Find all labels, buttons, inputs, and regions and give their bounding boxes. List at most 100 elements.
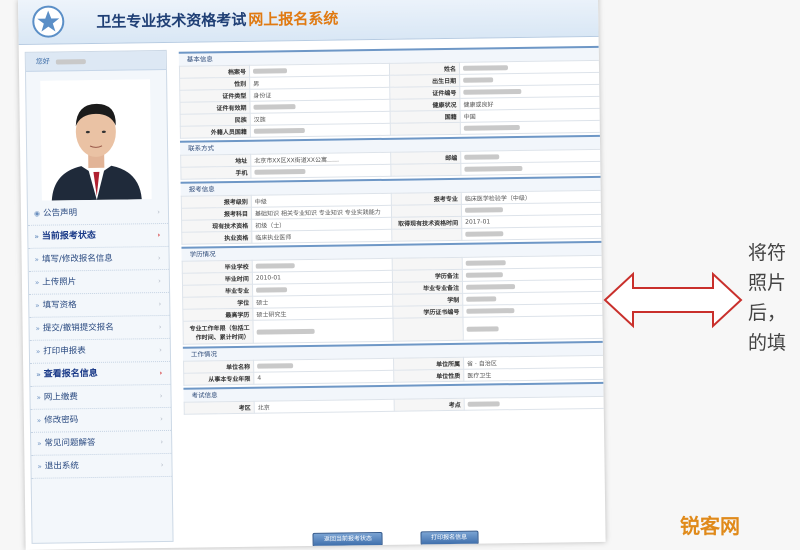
- bullet-icon: »: [35, 256, 39, 264]
- sidebar: 您好 ◉ 公告声明 ›» 当前报考状态 ›» 填写/修改报名信息 ›» 上传照片 ›» 填写资格 ›…: [25, 50, 174, 544]
- field-label: 证件编号: [390, 86, 460, 99]
- field-label: [392, 257, 462, 270]
- back-to-status-button[interactable]: 返回当前报考状态: [313, 532, 383, 547]
- field-label: 证件类型: [180, 89, 250, 102]
- redacted-value: [465, 231, 503, 237]
- redacted-value: [466, 284, 515, 290]
- info-table: 毕业学校 毕业时间 2010-01 学历备注 毕业专业 毕业专业备注 学位 硕士 学制 最高学历硕…: [182, 255, 604, 345]
- field-value: 医疗卫生: [464, 367, 604, 381]
- redacted-value: [463, 65, 508, 71]
- redacted-value: [254, 169, 305, 175]
- sidebar-item-label: 打印申报表: [43, 346, 86, 357]
- sidebar-item[interactable]: » 网上缴费 ›: [30, 385, 170, 410]
- info-table: 单位名称 单位所属省 · 自治区 从事本专业年限 4 单位性质 医疗卫生: [183, 355, 604, 386]
- redacted-value: [464, 125, 520, 131]
- field-value: [253, 318, 393, 343]
- field-label: 报考级别: [181, 195, 251, 208]
- chevron-right-icon: ›: [160, 385, 163, 407]
- field-label: 健康状况: [390, 98, 460, 111]
- registration-page: 卫生专业技术资格考试 网上报名系统 您好 ◉ 公告声明 ›» 当前报考状态 ›» 填写/修…: [18, 0, 606, 550]
- redacted-value: [256, 263, 295, 269]
- field-value: 北京: [254, 399, 394, 413]
- sidebar-item[interactable]: » 修改密码 ›: [31, 408, 171, 433]
- sidebar-item[interactable]: » 当前报考状态 ›: [28, 224, 168, 249]
- field-label: 现有技术资格: [182, 219, 252, 232]
- field-label: [391, 163, 461, 176]
- info-table: 地址 北京市XX区XX街道XX公寓…… 邮编 手机: [180, 149, 601, 180]
- sidebar-item[interactable]: » 常见问题解答 ›: [31, 431, 171, 456]
- chevron-right-icon: ›: [160, 408, 163, 430]
- field-label: 邮编: [391, 151, 461, 164]
- sidebar-item-label: 当前报考状态: [42, 231, 96, 242]
- sidebar-item[interactable]: » 提交/撤销提交报名 ›: [29, 316, 169, 341]
- bullet-icon: »: [34, 233, 39, 241]
- bullet-icon: »: [36, 371, 41, 379]
- bullet-icon: »: [37, 417, 41, 425]
- redacted-value: [257, 328, 315, 334]
- annotation-line: 将符: [748, 238, 786, 265]
- field-label: 证件有效期: [180, 101, 250, 114]
- field-value: [463, 315, 603, 340]
- sidebar-item-label: 填写资格: [42, 300, 76, 310]
- redacted-value: [253, 68, 287, 73]
- logo-emblem: [32, 5, 64, 37]
- redacted-value: [466, 272, 503, 278]
- chevron-right-icon: ›: [157, 201, 160, 223]
- sidebar-item-label: 常见问题解答: [44, 438, 95, 449]
- field-label: 民族: [180, 113, 250, 126]
- field-value: [250, 123, 390, 137]
- sidebar-item[interactable]: » 查看报名信息 ›: [30, 362, 170, 387]
- sidebar-item[interactable]: » 退出系统 ›: [31, 454, 171, 479]
- field-value: [460, 120, 600, 134]
- print-info-button[interactable]: 打印报名信息: [420, 531, 478, 546]
- field-label: 从事本专业年限: [184, 372, 254, 385]
- field-label: 单位性质: [394, 369, 464, 382]
- field-label: 地址: [181, 154, 251, 167]
- field-value: [251, 164, 391, 178]
- field-label: 取得现有技术资格时间: [392, 216, 462, 229]
- watermark-brand: 锐客网: [680, 510, 740, 539]
- redacted-value: [463, 89, 521, 95]
- sidebar-item-label: 填写/修改报名信息: [42, 254, 113, 265]
- sidebar-item-label: 公告声明: [43, 208, 77, 218]
- sidebar-item[interactable]: » 上传照片 ›: [29, 270, 169, 295]
- field-label: 档案号: [179, 65, 249, 78]
- sidebar-item[interactable]: » 打印申报表 ›: [30, 339, 170, 364]
- field-value: 4: [254, 370, 394, 384]
- redacted-value: [253, 104, 295, 110]
- user-photo: [40, 79, 152, 201]
- field-value: [464, 396, 604, 410]
- field-label: 国籍: [390, 110, 460, 123]
- sidebar-item[interactable]: ◉ 公告声明 ›: [28, 201, 168, 226]
- sidebar-menu: ◉ 公告声明 ›» 当前报考状态 ›» 填写/修改报名信息 ›» 上传照片 ›» 填写资格 ›» 提交…: [28, 201, 172, 479]
- redacted-value: [464, 166, 522, 172]
- registration-info: 基本信息 档案号 姓名 性别男出生日期 证件类型 身份证 证件编号 证件有效期 健康状况 健康或良…: [179, 44, 606, 548]
- chevron-right-icon: ›: [158, 247, 161, 269]
- sidebar-item[interactable]: » 填写/修改报名信息 ›: [28, 247, 168, 272]
- table-row: 专业工作年限（包括工作时间、累计时间）: [183, 315, 603, 344]
- field-label: 外籍人员国籍: [180, 125, 250, 138]
- field-label: 单位名称: [184, 360, 254, 373]
- sidebar-item[interactable]: » 填写资格 ›: [29, 293, 169, 318]
- chevron-right-icon: ›: [160, 431, 163, 453]
- field-label: 学位: [183, 296, 253, 309]
- field-label: 手机: [181, 166, 251, 179]
- field-label: [390, 122, 460, 135]
- field-value: [461, 161, 601, 175]
- redacted-value: [254, 128, 305, 134]
- sidebar-item-label: 查看报名信息: [44, 369, 98, 380]
- welcome-text: 您好: [36, 58, 50, 66]
- system-title: 卫生专业技术资格考试: [96, 9, 246, 32]
- system-subtitle: 网上报名系统: [248, 8, 338, 30]
- annotation-line: 后，: [748, 298, 786, 325]
- redacted-value: [466, 260, 506, 266]
- chevron-right-icon: ›: [158, 270, 161, 292]
- field-label: 报考科目: [181, 207, 251, 220]
- sidebar-item-label: 提交/撤销提交报名: [43, 323, 114, 334]
- chevron-right-icon: ›: [157, 224, 160, 246]
- sidebar-item-label: 网上缴费: [44, 392, 78, 402]
- bullet-icon: »: [37, 440, 41, 448]
- field-label: 单位所属: [394, 357, 464, 370]
- bullet-icon: »: [35, 302, 39, 310]
- redacted-value: [465, 207, 503, 213]
